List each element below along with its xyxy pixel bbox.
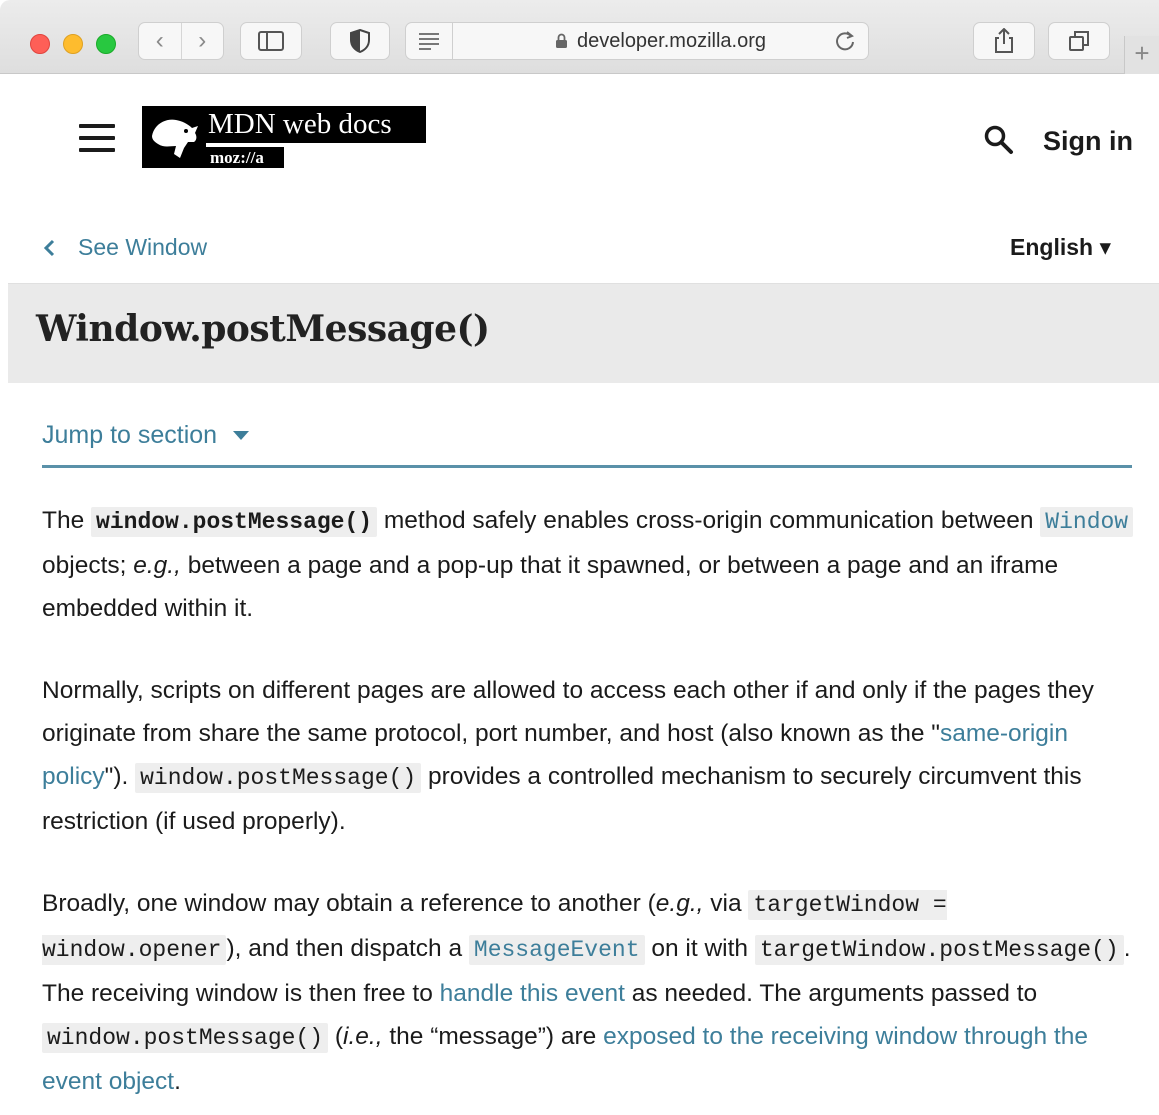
code-inline: window.postMessage(): [91, 507, 378, 537]
handle-event-link[interactable]: handle this event: [440, 980, 625, 1007]
text: (: [328, 1023, 344, 1050]
history-nav: ‹ ›: [138, 22, 224, 60]
back-to-parent-link[interactable]: See Window: [42, 234, 207, 261]
menu-icon[interactable]: [79, 124, 115, 152]
share-icon: [995, 28, 1013, 53]
title-band: Window.postMessage(): [8, 283, 1159, 383]
paragraph-intro: The window.postMessage() method safely e…: [42, 499, 1134, 630]
text: ").: [104, 763, 136, 790]
article-body: The window.postMessage() method safely e…: [42, 499, 1134, 1115]
tabs-icon: [1069, 31, 1089, 51]
sign-in-link[interactable]: Sign in: [1043, 126, 1133, 157]
emphasis: e.g.,: [133, 552, 181, 579]
tab-overview-button[interactable]: [1048, 22, 1110, 60]
text: method safely enables cross-origin commu…: [377, 507, 1041, 534]
jump-divider: [42, 465, 1132, 468]
browser-toolbar: ‹ › developer.mozilla.org +: [0, 0, 1159, 74]
reload-icon[interactable]: [834, 30, 856, 52]
shield-icon: [350, 29, 370, 53]
text: The: [42, 507, 92, 534]
lock-icon: [556, 33, 567, 48]
text: via: [703, 890, 749, 917]
minimize-window-button[interactable]: [63, 34, 83, 54]
close-window-button[interactable]: [30, 34, 50, 54]
messageevent-link[interactable]: MessageEvent: [468, 935, 645, 965]
forward-icon[interactable]: ›: [180, 23, 224, 59]
logo-title: MDN web docs: [206, 106, 426, 143]
back-icon[interactable]: ‹: [139, 23, 181, 59]
code-link: MessageEvent: [468, 935, 645, 965]
plus-icon[interactable]: +: [1124, 36, 1159, 74]
text: on it with: [644, 935, 755, 962]
emphasis: e.g.,: [655, 890, 704, 917]
text: .: [174, 1068, 181, 1095]
address-bar[interactable]: developer.mozilla.org: [453, 22, 869, 60]
code-link: Window: [1040, 507, 1134, 537]
reader-view-button[interactable]: [405, 22, 453, 60]
emphasis: i.e.,: [343, 1023, 383, 1050]
sidebar-button[interactable]: [240, 22, 302, 60]
text: as needed. The arguments passed to: [624, 980, 1038, 1007]
chevron-left-icon: [43, 239, 55, 256]
address-text: developer.mozilla.org: [577, 29, 766, 52]
paragraph-dispatch: Broadly, one window may obtain a referen…: [42, 882, 1134, 1103]
privacy-report-button[interactable]: [330, 22, 390, 60]
reader-icon: [419, 33, 439, 50]
back-label: See Window: [78, 234, 208, 260]
language-selector[interactable]: English ▾: [1010, 234, 1111, 261]
page-title: Window.postMessage(): [36, 308, 490, 350]
jump-to-section-toggle[interactable]: Jump to section: [42, 421, 250, 450]
mdn-logo[interactable]: MDN web docs moz://a: [142, 106, 426, 168]
paragraph-same-origin: Normally, scripts on different pages are…: [42, 669, 1134, 843]
text: Broadly, one window may obtain a referen…: [42, 890, 656, 917]
text: Normally, scripts on different pages are…: [42, 677, 1094, 747]
text: ), and then dispatch a: [226, 935, 469, 962]
code-inline: window.postMessage(): [42, 1023, 329, 1053]
window-link[interactable]: Window: [1040, 507, 1134, 537]
mozilla-wordmark: moz://a: [206, 147, 284, 168]
search-icon[interactable]: [983, 124, 1015, 156]
jump-label: Jump to section: [42, 421, 218, 449]
share-button[interactable]: [973, 22, 1035, 60]
text: objects;: [42, 552, 134, 579]
text: the “message”) are: [382, 1023, 604, 1050]
text: between a page and a pop-up that it spaw…: [42, 552, 1059, 622]
code-inline: window.postMessage(): [135, 763, 422, 793]
sidebar-icon: [258, 31, 284, 51]
code-inline: targetWindow.postMessage(): [754, 935, 1124, 965]
caret-down-icon: [233, 431, 250, 440]
mdn-dino-logo: [142, 106, 206, 168]
zoom-window-button[interactable]: [96, 34, 116, 54]
